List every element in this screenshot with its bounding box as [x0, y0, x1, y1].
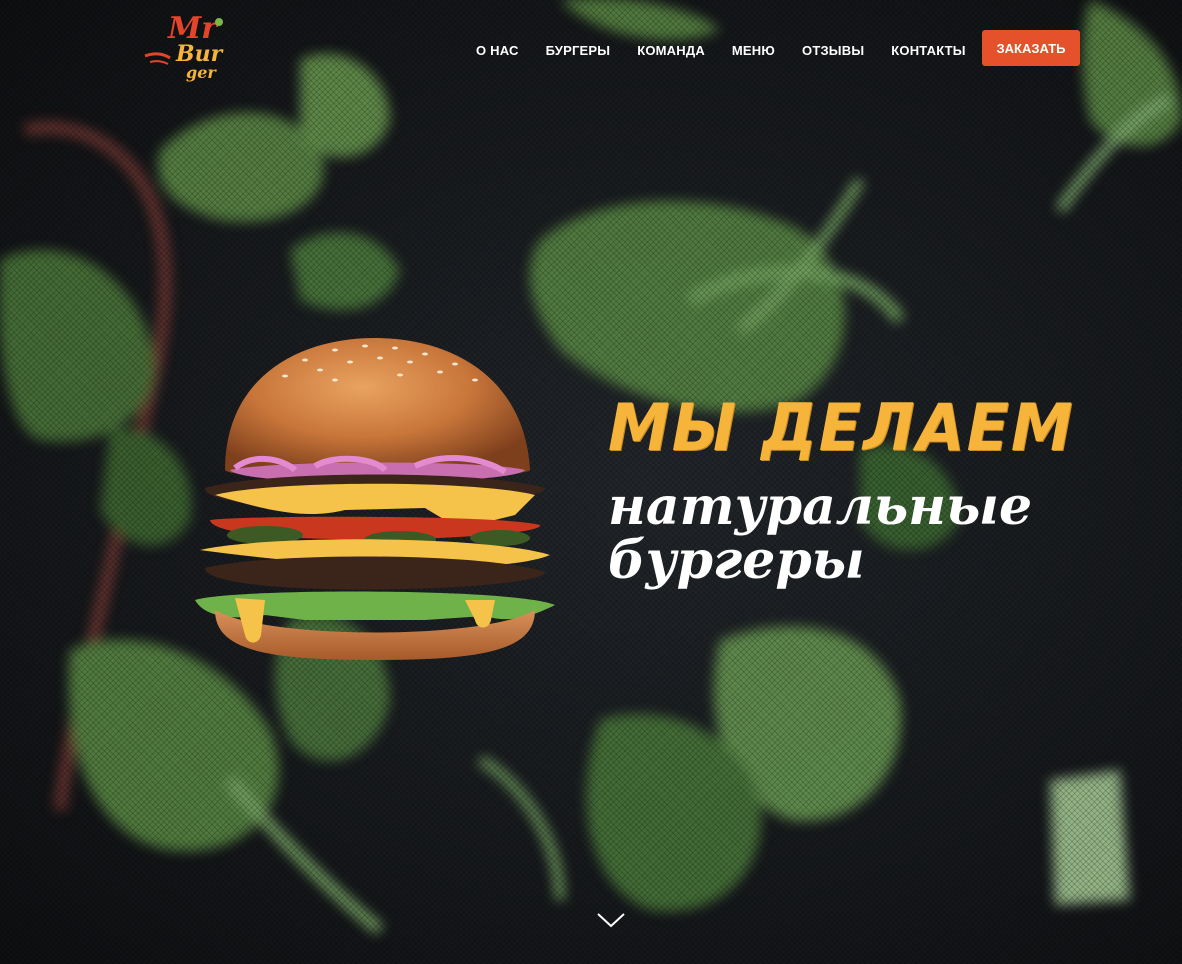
svg-text:ger: ger: [186, 63, 217, 82]
nav-link-team[interactable]: КОМАНДА: [637, 43, 705, 58]
burger-image: [195, 338, 555, 660]
chevron-down-icon[interactable]: [596, 910, 626, 930]
nav-link-burgers[interactable]: БУРГЕРЫ: [546, 43, 611, 58]
headline-line-1: МЫ ДЕЛАЕМ: [608, 389, 1075, 466]
headline-line-2: натуральные бургеры: [608, 476, 1033, 591]
nav-link-menu[interactable]: МЕНЮ: [732, 43, 775, 58]
hero-headline: МЫ ДЕЛАЕМ натуральные бургеры: [608, 388, 1108, 588]
hero-section: Mr Bur ger О НАС БУРГЕРЫ КОМАНДА МЕНЮ ОТ…: [0, 0, 1182, 964]
mr-burger-logo[interactable]: Mr Bur ger: [140, 6, 240, 86]
main-nav: О НАС БУРГЕРЫ КОМАНДА МЕНЮ ОТЗЫВЫ КОНТАК…: [476, 30, 993, 70]
order-button[interactable]: ЗАКАЗАТЬ: [982, 30, 1080, 66]
nav-link-reviews[interactable]: ОТЗЫВЫ: [802, 43, 864, 58]
site-header: Mr Bur ger О НАС БУРГЕРЫ КОМАНДА МЕНЮ ОТ…: [0, 0, 1182, 100]
nav-link-contacts[interactable]: КОНТАКТЫ: [891, 43, 965, 58]
nav-link-about[interactable]: О НАС: [476, 43, 519, 58]
